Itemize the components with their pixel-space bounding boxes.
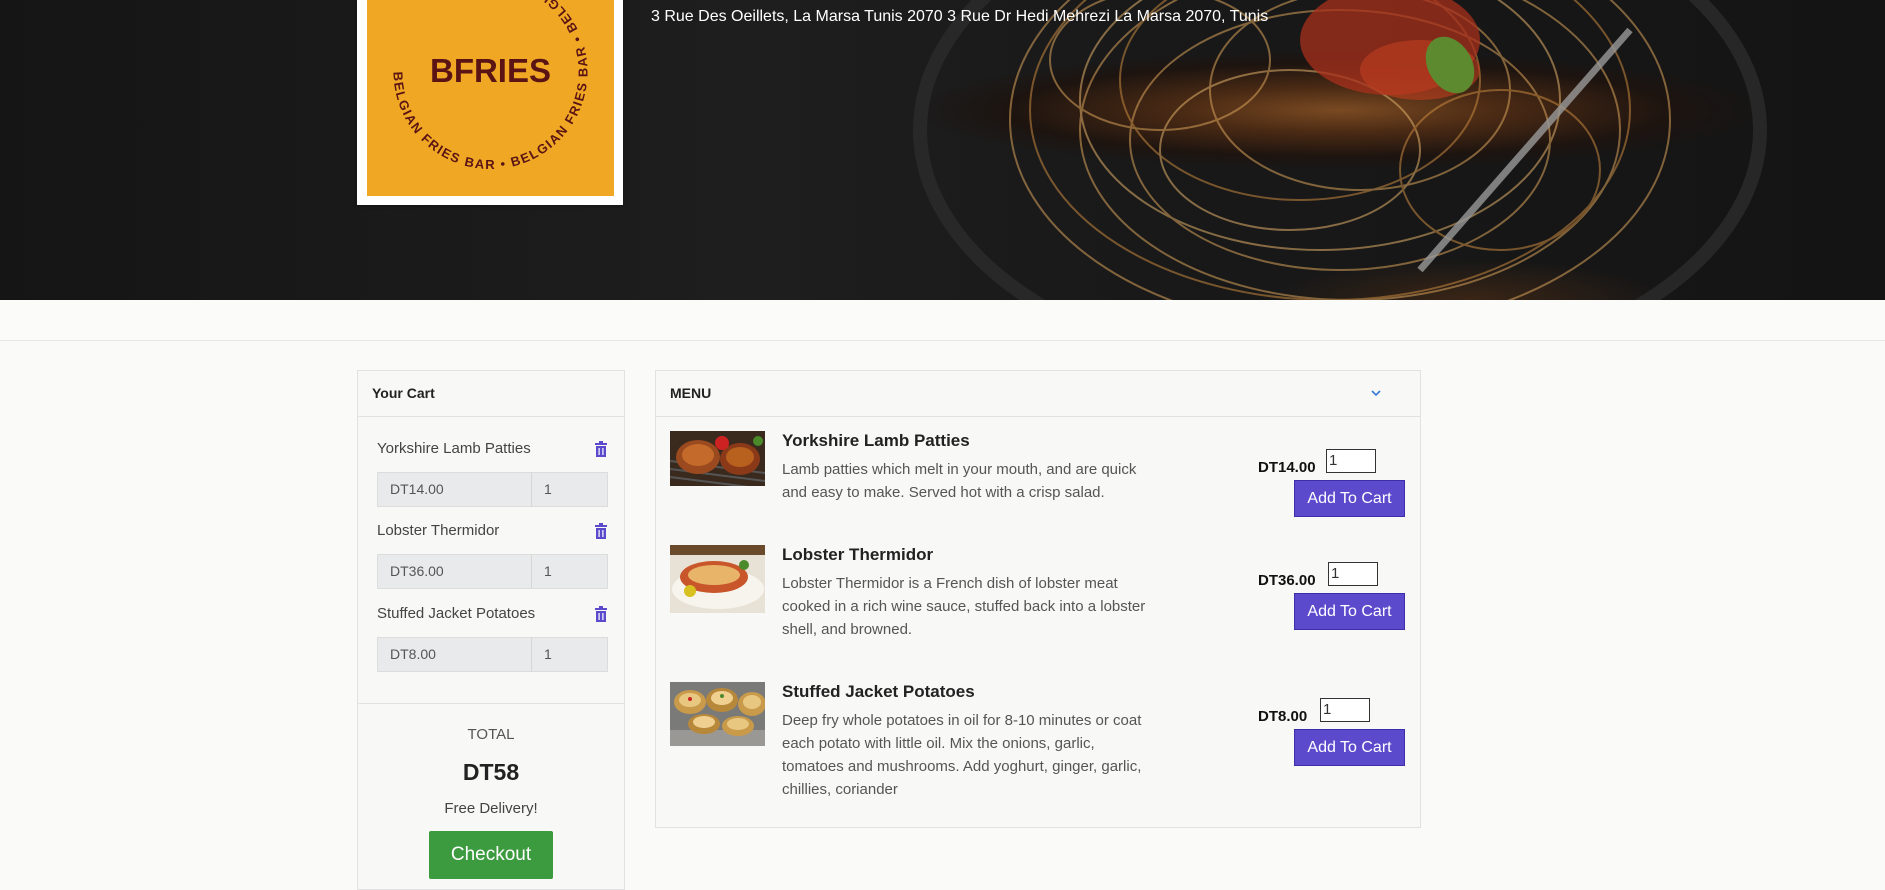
logo-badge: BELGIAN FRIES BAR • BELGIAN FRIES BAR • …	[367, 0, 614, 196]
cart-item-name: Yorkshire Lamb Patties	[377, 440, 531, 457]
restaurant-logo: BELGIAN FRIES BAR • BELGIAN FRIES BAR • …	[357, 0, 623, 205]
trash-icon[interactable]	[594, 441, 608, 457]
menu-item-title: Yorkshire Lamb Patties	[782, 431, 970, 450]
cart-item-qty[interactable]: 1	[532, 555, 607, 588]
cart-item-price: DT36.00	[378, 555, 532, 588]
cart-item-name: Stuffed Jacket Potatoes	[377, 605, 536, 622]
menu-item-title: Lobster Thermidor	[782, 545, 934, 564]
cart-item-price: DT8.00	[378, 638, 532, 671]
quantity-input[interactable]: 1	[1326, 449, 1376, 473]
lobster-thermidor-image	[670, 545, 765, 613]
menu-title: MENU	[670, 385, 712, 401]
cart-item-price: DT14.00	[378, 473, 532, 506]
pasta-background-image	[913, 0, 1767, 300]
checkout-button[interactable]: Checkout	[429, 831, 553, 879]
cart-item: Yorkshire Lamb Patties DT14.00 1	[377, 439, 608, 507]
menu-item: Yorkshire Lamb Patties Lamb patties whic…	[670, 431, 1410, 531]
total-label: TOTAL	[467, 726, 515, 743]
cart-item-details: DT36.00 1	[377, 554, 608, 589]
menu-panel: MENU Yorkshire Lamb Patties Lamb patties…	[655, 370, 1421, 828]
add-to-cart-button[interactable]: Add To Cart	[1294, 729, 1405, 766]
total-value: DT58	[462, 759, 520, 785]
menu-item-description: Deep fry whole potatoes in oil for 8-10 …	[782, 712, 1142, 798]
menu-item: Stuffed Jacket Potatoes Deep fry whole p…	[670, 682, 1410, 812]
cart-title: Your Cart	[358, 371, 624, 417]
stuffed-potatoes-image	[670, 682, 765, 746]
menu-header[interactable]: MENU	[656, 371, 1420, 417]
menu-item-price: DT14.00	[1258, 459, 1316, 476]
cart-item-details: DT8.00 1	[377, 637, 608, 672]
cart-item-qty[interactable]: 1	[532, 473, 607, 506]
trash-icon[interactable]	[594, 523, 608, 539]
cart-item: Stuffed Jacket Potatoes DT8.00 1	[377, 604, 608, 672]
menu-item: Lobster Thermidor Lobster Thermidor is a…	[670, 545, 1410, 655]
logo-brand-text: BFRIES	[430, 52, 551, 89]
cart-summary: TOTAL DT58 Free Delivery! Checkout	[358, 703, 624, 879]
menu-item-description: Lobster Thermidor is a French dish of lo…	[782, 575, 1146, 638]
chevron-down-icon[interactable]	[1370, 388, 1382, 398]
hero-banner: 3 Rue Des Oeillets, La Marsa Tunis 2070 …	[0, 0, 1885, 300]
menu-item-description: Lamb patties which melt in your mouth, a…	[782, 461, 1137, 501]
cart-item-details: DT14.00 1	[377, 472, 608, 507]
menu-item-price: DT8.00	[1258, 708, 1308, 725]
add-to-cart-button[interactable]: Add To Cart	[1294, 480, 1405, 517]
quantity-input[interactable]: 1	[1328, 562, 1378, 586]
cart-item: Lobster Thermidor DT36.00 1	[377, 521, 608, 589]
quantity-input[interactable]: 1	[1320, 698, 1370, 722]
cart-item-name: Lobster Thermidor	[377, 522, 500, 539]
add-to-cart-button[interactable]: Add To Cart	[1294, 593, 1405, 630]
menu-item-title: Stuffed Jacket Potatoes	[782, 682, 975, 701]
cart-item-qty[interactable]: 1	[532, 638, 607, 671]
delivery-note: Free Delivery!	[444, 800, 538, 817]
lamb-patties-image	[670, 431, 765, 486]
menu-item-price: DT36.00	[1258, 572, 1316, 589]
cart-panel: Your Cart Yorkshire Lamb Patties DT14.00…	[357, 370, 625, 890]
restaurant-address: 3 Rue Des Oeillets, La Marsa Tunis 2070 …	[651, 8, 1269, 25]
section-divider	[0, 300, 1885, 341]
trash-icon[interactable]	[594, 606, 608, 622]
